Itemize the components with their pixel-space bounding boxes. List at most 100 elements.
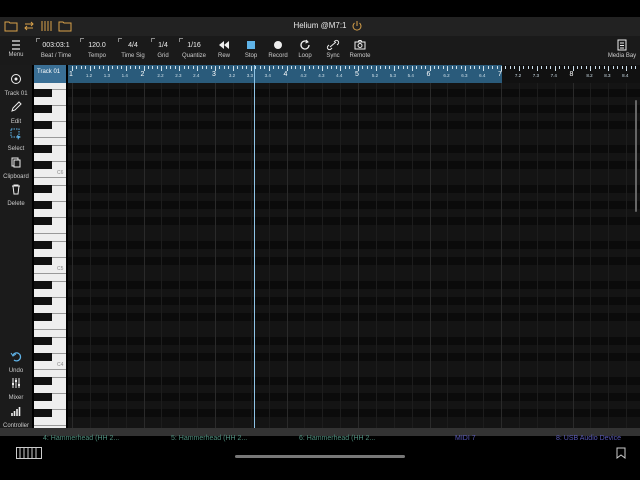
sync-button[interactable]: Sync [321, 36, 345, 65]
ruler-tick [536, 66, 538, 71]
track-dial-icon [11, 74, 21, 84]
ruler-beat-label: 5.2 [371, 73, 379, 78]
piano-black-key[interactable] [34, 89, 52, 97]
piano-keyboard[interactable]: C6 C5 C4 [34, 83, 66, 428]
ruler-tick [80, 66, 82, 69]
piano-black-key[interactable] [34, 201, 52, 209]
undo-button[interactable]: Undo [0, 349, 32, 374]
grid-beat-line [465, 83, 467, 428]
timeline-ruler[interactable]: 1 1.2 1.3 1.4 2 2.2 2.3 2.4 3 3.2 3.3 3.4 4 4.2 4.3 4.4… [68, 65, 640, 83]
trash-icon [12, 184, 20, 195]
ruler-beat-label: 1.4 [121, 73, 128, 78]
track-header[interactable]: Track 01 [34, 65, 66, 83]
piano-black-key[interactable] [34, 409, 52, 417]
ruler-tick [599, 66, 601, 69]
piano-black-key[interactable] [34, 161, 52, 169]
piano-black-key[interactable] [34, 257, 52, 265]
position-display[interactable]: 003:03:1 Beat / Time [36, 36, 76, 65]
ruler-tick [152, 66, 154, 69]
ruler-tick [268, 66, 270, 71]
grid-beat-line [72, 83, 73, 428]
controller-button[interactable]: Controller [0, 404, 32, 429]
ruler-tick [398, 66, 400, 69]
grid-beat-line [322, 83, 324, 428]
ruler-tick [621, 66, 623, 69]
menu-button[interactable]: Menu [0, 36, 32, 65]
bottom-item-6[interactable]: 6: Hammerhead (HH 2... [299, 435, 375, 442]
grid-beat-line [411, 83, 413, 428]
piano-black-key[interactable] [34, 353, 52, 361]
piano-black-key[interactable] [34, 145, 52, 153]
ruler-tick [469, 66, 471, 69]
delete-button[interactable]: Delete [0, 182, 32, 207]
bookmark-icon[interactable] [616, 447, 626, 459]
ruler-tick [353, 66, 355, 69]
piano-black-key[interactable] [34, 313, 52, 321]
piano-black-key[interactable] [34, 105, 52, 113]
mixer-faders-icon [12, 378, 20, 388]
bottom-item-midi7[interactable]: MIDI 7 [455, 435, 476, 442]
piano-black-key[interactable] [34, 217, 52, 225]
rewind-button[interactable]: Rew [212, 36, 236, 65]
keyboard-icon[interactable] [16, 447, 42, 459]
grid-beat-line [501, 83, 502, 428]
piano-black-key[interactable] [34, 281, 52, 289]
ruler-beat-label: 3.2 [228, 73, 236, 78]
app-header: Helium @M7:1 [0, 17, 640, 36]
mixer-button[interactable]: Mixer [0, 376, 32, 401]
quantize-display[interactable]: 1/16 Quantize [179, 36, 209, 65]
timesig-label: Time Sig [121, 53, 145, 59]
ruler-tick [130, 66, 132, 69]
corner-marker [151, 38, 155, 42]
edit-button[interactable]: Edit [0, 100, 32, 125]
grid-beat-line [429, 83, 431, 428]
power-icon[interactable] [350, 20, 364, 32]
ruler-tick [375, 66, 377, 71]
ruler-tick [358, 66, 359, 71]
ruler-tick [420, 66, 422, 69]
note-grid[interactable] [68, 83, 640, 428]
ruler-beat-label: 6.3 [461, 73, 468, 78]
piano-black-key[interactable] [34, 377, 52, 385]
ruler-bar-label: 7 [498, 71, 502, 78]
select-button[interactable]: Select [0, 127, 32, 152]
grid-beat-line [197, 83, 199, 428]
playhead[interactable] [254, 65, 255, 428]
grid-display[interactable]: 1/4 Grid [151, 36, 175, 65]
ruler-tick [295, 66, 297, 69]
edit-label: Edit [10, 119, 22, 125]
bottom-item-5[interactable]: 5: Hammerhead (HH 2... [171, 435, 247, 442]
piano-black-key[interactable] [34, 185, 52, 193]
ruler-tick [576, 66, 578, 69]
piano-key-divider [34, 329, 66, 330]
grid-beat-line [626, 83, 628, 428]
stop-button[interactable]: Stop [239, 36, 263, 65]
mediabay-button[interactable]: Media Bay [604, 36, 640, 65]
piano-black-key[interactable] [34, 241, 52, 249]
piano-key-divider [34, 233, 66, 234]
piano-black-key[interactable] [34, 121, 52, 129]
timesig-display[interactable]: 4/4 Time Sig [118, 36, 148, 65]
ruler-tick [125, 66, 127, 71]
tempo-display[interactable]: 120.0 Tempo [80, 36, 114, 65]
ruler-tick [559, 66, 561, 69]
ruler-tick [286, 66, 288, 71]
piano-black-key[interactable] [34, 297, 52, 305]
ruler-tick [161, 66, 163, 71]
grid-beat-line [179, 83, 181, 428]
clipboard-button[interactable]: Clipboard [0, 155, 32, 180]
mixer-label: Mixer [8, 395, 24, 401]
record-icon [274, 41, 282, 49]
bottom-item-4[interactable]: 4: Hammerhead (HH 2... [43, 435, 119, 442]
vertical-scrollbar[interactable] [635, 100, 637, 212]
piano-black-key[interactable] [34, 393, 52, 401]
record-button[interactable]: Record [265, 36, 291, 65]
corner-marker [118, 38, 122, 42]
loop-button[interactable]: Loop [294, 36, 316, 65]
piano-black-key[interactable] [34, 337, 52, 345]
track-button[interactable]: Track 01 [0, 72, 32, 97]
remote-button[interactable]: Remote [346, 36, 374, 65]
ruler-tick [362, 66, 364, 69]
ruler-beat-label: 7.4 [550, 73, 557, 78]
bottom-item-usb[interactable]: 8: USB Audio Device [556, 435, 621, 442]
